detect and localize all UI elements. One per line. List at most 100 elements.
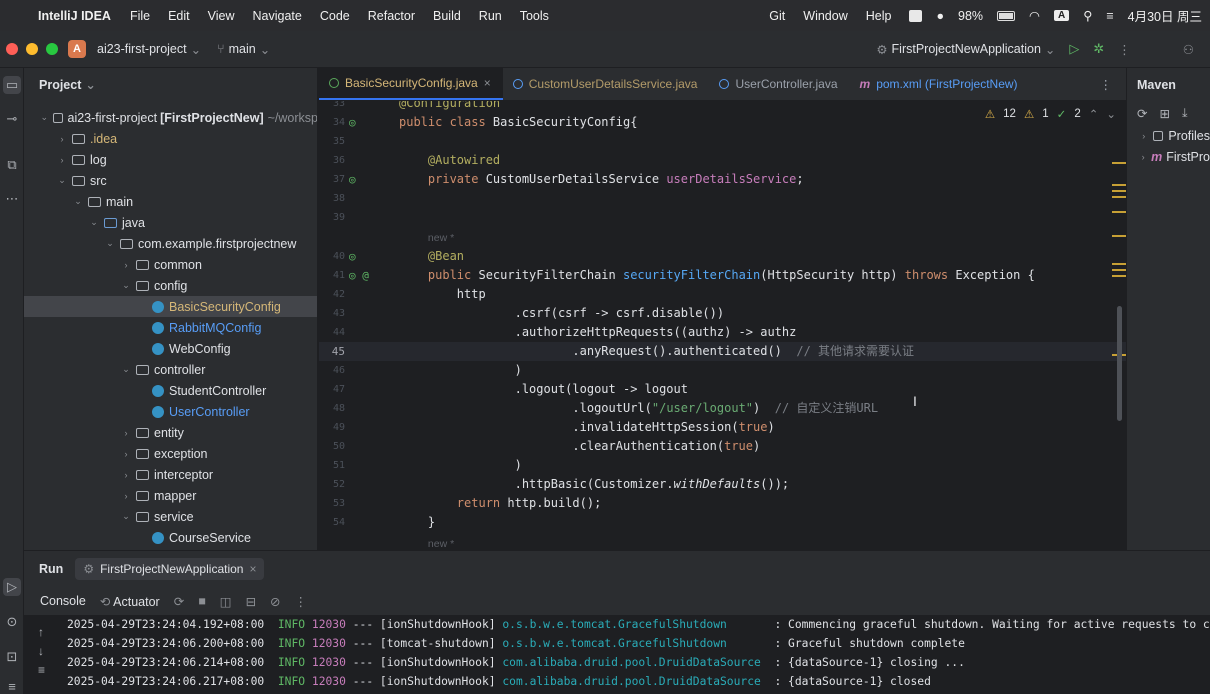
more-tools-icon[interactable]: ⋯: [3, 190, 21, 208]
code-editor[interactable]: ⚠ 12 ⚠ 1 ✓ 2 ⌃ ⌄ 33 @Configuration 34 ◎ public…: [319, 101, 1126, 550]
tab-actuator[interactable]: ⟲ Actuator: [100, 594, 160, 609]
error-stripe-mark[interactable]: [1112, 269, 1126, 271]
close-icon[interactable]: ×: [484, 76, 491, 90]
menu-build[interactable]: Build: [433, 9, 461, 23]
error-stripe-mark[interactable]: [1112, 211, 1126, 213]
tree-item-mapper[interactable]: › mapper: [24, 485, 317, 506]
zoom-window-button[interactable]: [46, 43, 58, 55]
tree-item-student-controller[interactable]: StudentController: [24, 380, 317, 401]
app-menu[interactable]: IntelliJ IDEA: [38, 9, 111, 23]
download-icon[interactable]: ⤓: [1182, 106, 1188, 121]
error-stripe-mark[interactable]: [1112, 190, 1126, 192]
tree-item-java[interactable]: ⌄ java: [24, 212, 317, 233]
tree-item-service[interactable]: ⌄ service: [24, 506, 317, 527]
run-configuration-selector[interactable]: ⚙ FirstProjectNewApplication ⌄: [876, 42, 1055, 57]
usage-hint[interactable]: new *: [428, 538, 454, 550]
tree-item-course-service[interactable]: CourseService: [24, 527, 317, 548]
camera-icon[interactable]: ◫: [220, 594, 232, 609]
wechat-icon[interactable]: ●: [936, 9, 944, 23]
services-icon[interactable]: ⊙: [3, 613, 21, 631]
rerun-icon[interactable]: ⟳: [174, 594, 184, 609]
error-stripe-mark[interactable]: [1112, 162, 1126, 164]
tree-item-src[interactable]: ⌄ src: [24, 170, 317, 191]
scroll-down-icon[interactable]: ↓: [38, 642, 45, 661]
maven-item-profiles[interactable]: › Profiles: [1127, 125, 1210, 146]
tree-item-idea[interactable]: › .idea: [24, 128, 317, 149]
problems-icon[interactable]: ≡: [3, 678, 21, 694]
debug-icon[interactable]: ✲: [1093, 41, 1104, 57]
bean-gutter-icon[interactable]: ◎: [349, 113, 356, 132]
error-stripe-mark[interactable]: [1112, 184, 1126, 186]
run-icon[interactable]: ▷: [1069, 41, 1079, 57]
error-stripe-mark[interactable]: [1112, 263, 1126, 265]
menu-tools[interactable]: Tools: [520, 9, 549, 23]
scroll-up-icon[interactable]: ↑: [38, 623, 45, 642]
menu-run[interactable]: Run: [479, 9, 502, 23]
bean-gutter-icon[interactable]: ◎ @: [349, 266, 369, 285]
menubar-clock[interactable]: 4月30日 周三: [1128, 6, 1202, 25]
tree-item-controller[interactable]: ⌄ controller: [24, 359, 317, 380]
battery-icon[interactable]: [997, 10, 1016, 21]
error-stripe-mark[interactable]: [1112, 235, 1126, 237]
structure-icon[interactable]: ⧉: [3, 156, 21, 174]
tree-item-rabbitmq-config[interactable]: RabbitMQConfig: [24, 317, 317, 338]
tab-user-controller[interactable]: UserController.java: [709, 67, 849, 100]
tree-item-basic-security-config[interactable]: BasicSecurityConfig: [24, 296, 317, 317]
menu-file[interactable]: File: [130, 9, 150, 23]
menu-help[interactable]: Help: [866, 9, 892, 23]
tree-item-config[interactable]: ⌄ config: [24, 275, 317, 296]
soft-wrap-icon[interactable]: ≡: [38, 661, 45, 680]
error-stripe-mark[interactable]: [1112, 196, 1126, 198]
add-user-icon[interactable]: ⚇: [1183, 42, 1194, 57]
stop-icon[interactable]: ■: [198, 594, 206, 608]
commit-icon[interactable]: ⊸: [3, 110, 21, 128]
tab-pom-xml[interactable]: m pom.xml (FirstProjectNew): [850, 67, 1030, 100]
usage-hint[interactable]: new *: [428, 232, 454, 244]
add-project-icon[interactable]: ⊞: [1159, 106, 1169, 121]
branch-switcher[interactable]: ⑂ main ⌄: [217, 42, 270, 57]
menu-refactor[interactable]: Refactor: [368, 9, 415, 23]
menu-edit[interactable]: Edit: [168, 9, 190, 23]
bean-gutter-icon[interactable]: ◎: [349, 247, 356, 266]
menu-navigate[interactable]: Navigate: [253, 9, 302, 23]
tree-item-entity[interactable]: › entity: [24, 422, 317, 443]
project-panel-header[interactable]: Project ⌄: [24, 68, 317, 101]
tree-item-package[interactable]: ⌄ com.example.firstprojectnew: [24, 233, 317, 254]
menu-code[interactable]: Code: [320, 9, 350, 23]
project-switcher[interactable]: A ai23-first-project ⌄: [68, 40, 201, 58]
tree-item-interceptor[interactable]: › interceptor: [24, 464, 317, 485]
project-folder-icon[interactable]: ▭: [3, 76, 21, 94]
tree-item-common[interactable]: › common: [24, 254, 317, 275]
more-tabs-icon[interactable]: ⋮: [1100, 77, 1113, 92]
tree-item-root[interactable]: ⌄ ai23-first-project [FirstProjectNew] ~…: [24, 107, 317, 128]
tree-item-user-controller[interactable]: UserController: [24, 401, 317, 422]
tree-item-log[interactable]: › log: [24, 149, 317, 170]
reload-icon[interactable]: ⟳: [1137, 106, 1147, 121]
close-window-button[interactable]: [6, 43, 18, 55]
editor-scrollbar[interactable]: [1117, 306, 1122, 421]
close-icon[interactable]: ×: [249, 562, 256, 576]
run-tool-icon[interactable]: ▷: [3, 578, 21, 596]
menu-view[interactable]: View: [208, 9, 235, 23]
console-output[interactable]: ↑ ↓ ≡ 2025-04-29T23:24:04.192+08:00 INFO…: [24, 615, 1210, 694]
tree-item-main[interactable]: ⌄ main: [24, 191, 317, 212]
tab-console[interactable]: Console: [40, 594, 86, 608]
bean-gutter-icon[interactable]: ◎: [349, 170, 356, 189]
terminal-icon[interactable]: ⊡: [3, 648, 21, 666]
spotlight-search-icon[interactable]: ⚲: [1083, 8, 1092, 23]
maven-item-project[interactable]: › m FirstPro: [1127, 146, 1210, 167]
app-status-icon[interactable]: [909, 9, 923, 22]
tab-basic-security-config[interactable]: BasicSecurityConfig.java ×: [319, 67, 503, 100]
menu-git[interactable]: Git: [769, 9, 785, 23]
menu-window[interactable]: Window: [803, 9, 847, 23]
more-actions-icon[interactable]: ⋮: [1118, 42, 1131, 57]
tab-custom-user-details-service[interactable]: CustomUserDetailsService.java: [503, 67, 710, 100]
restore-layout-icon[interactable]: ⊟: [246, 594, 256, 609]
run-session-tab[interactable]: ⚙ FirstProjectNewApplication ×: [75, 557, 265, 580]
search-console-icon[interactable]: ⊘: [270, 594, 280, 609]
more-actions-icon[interactable]: ⋮: [295, 594, 308, 609]
input-method-indicator[interactable]: A: [1053, 10, 1070, 21]
wifi-icon[interactable]: ◠: [1029, 8, 1040, 23]
tree-item-web-config[interactable]: WebConfig: [24, 338, 317, 359]
minimize-window-button[interactable]: [26, 43, 38, 55]
